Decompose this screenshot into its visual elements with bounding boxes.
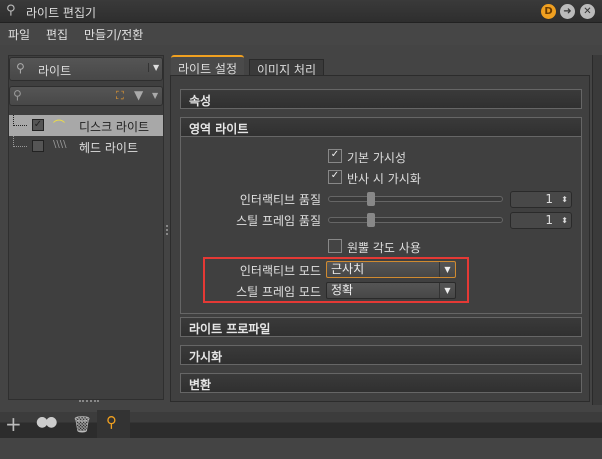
menu-bar: 파일 편집 만들기/전환: [0, 23, 602, 45]
light-type-value: 라이트: [38, 64, 72, 78]
interactive-quality-label: 인터랙티브 품질: [239, 193, 321, 207]
interactive-mode-label: 인터랙티브 모드: [239, 264, 321, 278]
tab-image-processing[interactable]: 이미지 처리: [249, 59, 325, 77]
hierarchy-icon[interactable]: ⛶: [116, 89, 124, 103]
menu-create-convert[interactable]: 만들기/전환: [84, 26, 143, 43]
section-transform[interactable]: 변환: [180, 373, 582, 393]
reflection-visibility-label: 반사 시 가시화: [347, 172, 421, 186]
light-tool-button[interactable]: ⚲: [97, 410, 130, 438]
add-icon[interactable]: +: [5, 413, 22, 435]
cone-angle-checkbox[interactable]: [328, 239, 342, 253]
still-frame-quality-slider[interactable]: [328, 217, 503, 223]
lightbulb-icon: ⚲: [16, 61, 25, 75]
cone-angle-label: 원뿔 각도 사용: [347, 241, 421, 255]
arrow-right-icon[interactable]: ➜: [560, 4, 575, 19]
scrollbar[interactable]: [592, 55, 602, 405]
title-bar: ⚲ 라이트 편집기 D ➜ ✕: [0, 0, 602, 23]
interactive-mode-dropdown[interactable]: 근사치 ▼: [326, 261, 456, 278]
filter-icon[interactable]: ▼: [134, 88, 143, 102]
spin-arrows-icon: ⬍: [561, 216, 568, 225]
spin-arrows-icon: ⬍: [561, 195, 568, 204]
reflection-visibility-checkbox[interactable]: ✓: [328, 170, 342, 184]
default-visibility-checkbox[interactable]: ✓: [328, 149, 342, 163]
visibility-checkbox[interactable]: ✓: [32, 119, 44, 131]
list-item[interactable]: \\\\ 헤드 라이트: [9, 136, 163, 157]
search-input[interactable]: [28, 88, 118, 104]
item-label: 헤드 라이트: [79, 141, 139, 155]
section-light-profile[interactable]: 라이트 프로파일: [180, 317, 582, 337]
interactive-quality-slider[interactable]: [328, 196, 503, 202]
resize-handle[interactable]: [79, 400, 99, 403]
menu-file[interactable]: 파일: [8, 26, 30, 43]
light-type-combo[interactable]: ⚲ 라이트 ▼: [9, 57, 163, 81]
chevron-down-icon: ▼: [439, 283, 455, 298]
still-frame-quality-spinner[interactable]: 1 ⬍: [510, 212, 572, 229]
chevron-down-icon[interactable]: ▼: [152, 91, 158, 100]
light-list-panel: ⚲ 라이트 ▼ ⚲ ⛶ ▼ ▼ ✓ ⌒ 디스크 라이트 \\\\ 헤드 라이트: [8, 55, 164, 400]
still-frame-mode-label: 스틸 프레임 모드: [236, 285, 321, 299]
badge-d-icon[interactable]: D: [541, 4, 556, 19]
search-icon: ⚲: [13, 88, 22, 102]
disk-light-icon: ⌒: [53, 119, 66, 133]
splitter-handle[interactable]: [166, 225, 169, 235]
chevron-down-icon: ▼: [148, 63, 159, 72]
search-bar: ⚲ ⛶ ▼ ▼: [9, 86, 163, 106]
lightbulb-icon: ⚲: [106, 413, 117, 431]
visibility-checkbox[interactable]: [32, 140, 44, 152]
still-frame-quality-label: 스틸 프레임 품질: [236, 214, 321, 228]
light-settings-panel: 속성 영역 라이트 ✓ 기본 가시성 ✓ 반사 시 가시화 인터랙티브 품질 1…: [170, 75, 590, 402]
slider-thumb[interactable]: [367, 192, 375, 206]
section-attributes[interactable]: 속성: [180, 89, 582, 109]
interactive-quality-spinner[interactable]: 1 ⬍: [510, 191, 572, 208]
default-visibility-label: 기본 가시성: [347, 151, 407, 165]
chevron-down-icon: ▼: [439, 262, 455, 277]
slider-thumb[interactable]: [367, 213, 375, 227]
menu-edit[interactable]: 편집: [46, 26, 68, 43]
tab-light-settings[interactable]: 라이트 설정: [171, 55, 245, 76]
item-label: 디스크 라이트: [79, 120, 150, 134]
still-frame-mode-dropdown[interactable]: 정확 ▼: [326, 282, 456, 299]
window-title: 라이트 편집기: [26, 6, 97, 20]
duplicate-icon[interactable]: ●●: [36, 414, 58, 430]
head-light-icon: \\\\: [53, 139, 67, 150]
trash-icon[interactable]: 🗑: [72, 415, 92, 434]
bottom-toolbar: + ●● 🗑 ⚲: [0, 410, 602, 438]
lightbulb-icon: ⚲: [6, 3, 16, 18]
section-visualization[interactable]: 가시화: [180, 345, 582, 365]
list-item[interactable]: ✓ ⌒ 디스크 라이트: [9, 115, 163, 136]
section-area-light[interactable]: 영역 라이트: [180, 117, 582, 137]
close-icon[interactable]: ✕: [580, 4, 595, 19]
